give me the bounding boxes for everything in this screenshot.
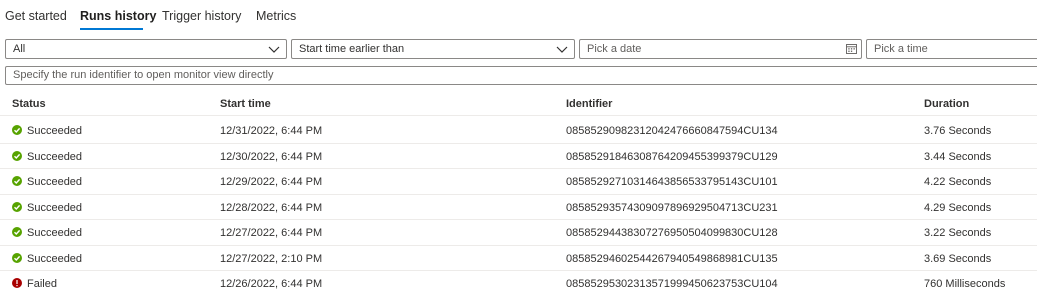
row-identifier: 08585294438307276950504099830CU128 — [566, 227, 778, 239]
tab-bar: Get started Runs history Trigger history… — [0, 0, 1037, 34]
row-identifier: 08585294602544267940549868981CU135 — [566, 252, 778, 265]
check-circle-icon — [12, 150, 22, 161]
row-duration: 3.69 Seconds — [924, 252, 992, 265]
tab-trigger-history[interactable]: Trigger history — [162, 9, 241, 23]
row-duration: 4.29 Seconds — [924, 201, 992, 214]
start-time-filter-value: Start time earlier than — [299, 43, 405, 55]
chevron-down-icon — [268, 46, 280, 53]
table-row[interactable]: Succeeded 12/29/2022, 6:44 PM 085852927103… — [0, 169, 1037, 195]
row-status: Succeeded — [27, 176, 83, 188]
row-identifier: 08585291846308764209455399379CU129 — [566, 150, 778, 163]
row-identifier: 08585292710314643856533795143CU101 — [566, 176, 778, 188]
column-header-status[interactable]: Status — [12, 98, 46, 110]
date-picker[interactable]: Pick a date — [579, 39, 862, 59]
calendar-icon[interactable] — [846, 43, 857, 54]
column-header-duration[interactable]: Duration — [924, 98, 969, 110]
column-header-start-time[interactable]: Start time — [220, 98, 271, 110]
time-picker[interactable]: Pick a time — [866, 39, 1037, 59]
table-row[interactable]: Succeeded 12/28/2022, 6:44 PM 085852935743… — [0, 195, 1037, 220]
row-status: Failed — [27, 278, 57, 290]
table-header: Status Start time Identifier Duration — [0, 92, 1037, 116]
time-picker-placeholder: Pick a time — [874, 43, 928, 55]
check-circle-icon — [12, 125, 22, 135]
check-circle-icon — [12, 176, 22, 186]
table-row[interactable]: Succeeded 12/30/2022, 6:44 PM 085852918463… — [0, 144, 1037, 169]
start-time-filter-dropdown[interactable]: Start time earlier than — [291, 39, 575, 59]
row-start-time: 12/31/2022, 6:44 PM — [220, 125, 323, 137]
row-start-time: 12/26/2022, 6:44 PM — [220, 278, 323, 290]
error-circle-icon — [12, 278, 22, 288]
row-start-time: 12/27/2022, 6:44 PM — [220, 227, 323, 239]
table-row[interactable]: Succeeded 12/27/2022, 6:44 PM 085852944383… — [0, 220, 1037, 246]
row-start-time: 12/27/2022, 2:10 PM — [220, 252, 323, 265]
active-tab-indicator — [80, 28, 143, 30]
row-status: Succeeded — [27, 252, 83, 265]
row-duration: 4.22 Seconds — [924, 176, 992, 188]
row-duration: 3.44 Seconds — [924, 150, 992, 163]
status-filter-dropdown[interactable]: All — [5, 39, 287, 59]
table-row[interactable]: Succeeded 12/27/2022, 2:10 PM 085852946025… — [0, 246, 1037, 271]
check-circle-icon — [12, 252, 22, 263]
row-identifier: 08585290982312042476660847594CU134 — [566, 125, 778, 137]
chevron-down-icon — [556, 46, 568, 53]
tab-runs-history[interactable]: Runs history — [80, 9, 156, 23]
row-start-time: 12/29/2022, 6:44 PM — [220, 176, 323, 188]
check-circle-icon — [12, 227, 22, 237]
row-status: Succeeded — [27, 125, 83, 137]
column-header-identifier[interactable]: Identifier — [566, 98, 612, 110]
tab-metrics[interactable]: Metrics — [256, 9, 296, 23]
row-status: Succeeded — [27, 150, 83, 163]
run-identifier-input[interactable]: Specify the run identifier to open monit… — [5, 66, 1037, 85]
row-status: Succeeded — [27, 201, 83, 214]
date-picker-placeholder: Pick a date — [587, 43, 642, 55]
row-start-time: 12/28/2022, 6:44 PM — [220, 201, 323, 214]
row-identifier: 08585293574309097896929504713CU231 — [566, 201, 778, 214]
table-row[interactable]: Succeeded 12/31/2022, 6:44 PM 085852909823… — [0, 118, 1037, 144]
row-status: Succeeded — [27, 227, 83, 239]
check-circle-icon — [12, 201, 22, 212]
row-duration: 760 Milliseconds — [924, 278, 1006, 290]
row-duration: 3.22 Seconds — [924, 227, 992, 239]
table-row[interactable]: Failed 12/26/2022, 6:44 PM 085852953023135… — [0, 271, 1037, 293]
row-identifier: 08585295302313571999450623753CU104 — [566, 278, 778, 290]
row-duration: 3.76 Seconds — [924, 125, 992, 137]
tab-get-started[interactable]: Get started — [5, 9, 67, 23]
run-identifier-placeholder: Specify the run identifier to open monit… — [13, 69, 274, 81]
row-start-time: 12/30/2022, 6:44 PM — [220, 150, 323, 163]
status-filter-value: All — [13, 43, 26, 55]
